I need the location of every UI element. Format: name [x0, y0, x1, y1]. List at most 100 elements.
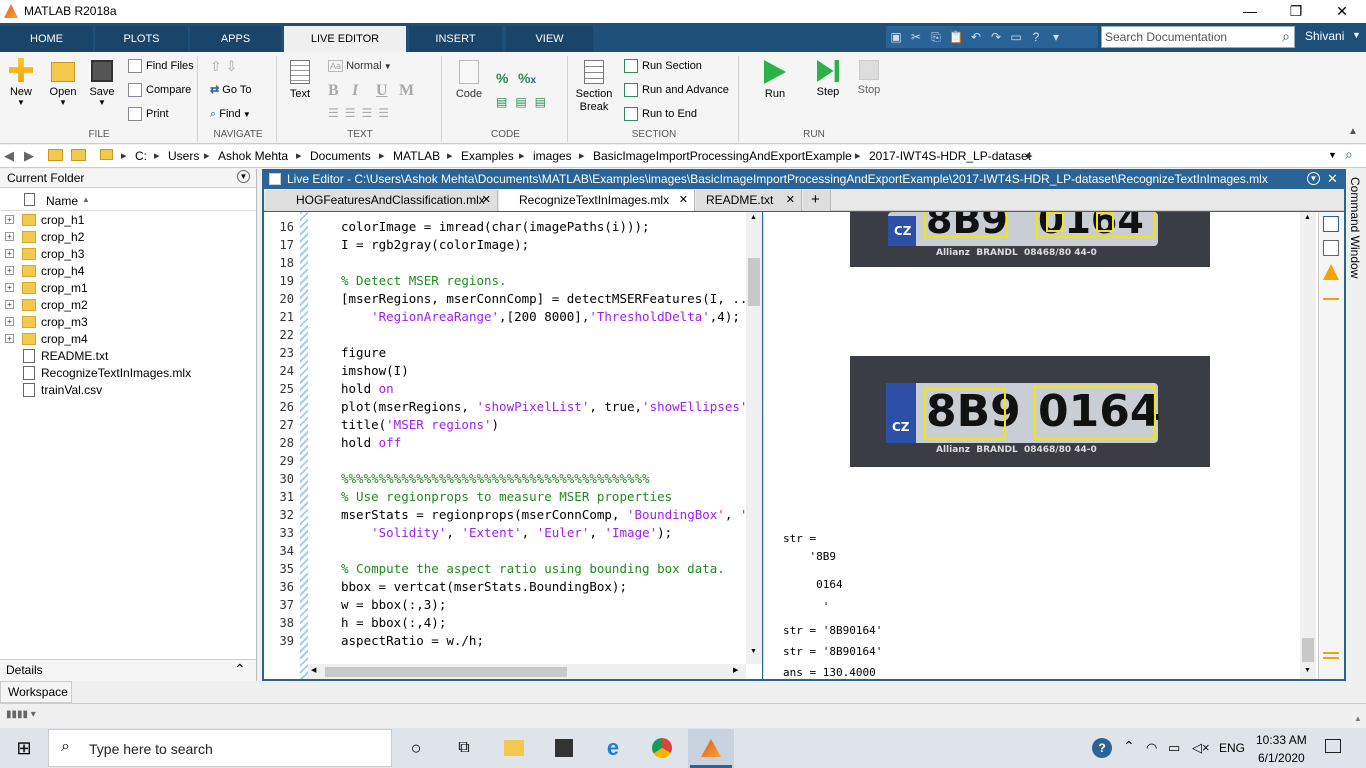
- scroll-up-icon[interactable]: ▲: [1304, 214, 1311, 221]
- find-files-button[interactable]: Find Files: [128, 57, 194, 75]
- code-line[interactable]: [341, 453, 745, 471]
- step-button[interactable]: Step: [811, 60, 845, 98]
- comment-percent-icon[interactable]: %: [496, 70, 508, 86]
- save-icon[interactable]: ▣: [886, 26, 906, 48]
- file-item[interactable]: RecognizeTextInImages.mlx: [0, 365, 256, 382]
- search-folder-icon[interactable]: ⌕: [1345, 146, 1353, 163]
- print-button[interactable]: Print: [128, 105, 169, 123]
- tab-home[interactable]: HOME: [0, 26, 93, 52]
- close-tab-icon[interactable]: ✕: [786, 190, 795, 210]
- breadcrumb-users[interactable]: Users: [168, 149, 199, 163]
- expand-icon[interactable]: +: [5, 249, 14, 258]
- code-line[interactable]: I = rgb2gray(colorImage);: [341, 237, 745, 255]
- expand-icon[interactable]: +: [5, 215, 14, 224]
- wifi-icon[interactable]: ◠: [1146, 740, 1157, 756]
- code-line[interactable]: hold on: [341, 381, 745, 399]
- code-line[interactable]: hold off: [341, 435, 745, 453]
- code-line[interactable]: % Compute the aspect ratio using boundin…: [341, 561, 745, 579]
- code-line[interactable]: 'RegionAreaRange',[200 8000],'ThresholdD…: [341, 309, 745, 327]
- copy-icon[interactable]: ⎘: [926, 26, 946, 48]
- italic-button[interactable]: I: [352, 82, 358, 100]
- cut-icon[interactable]: ✂: [906, 26, 926, 48]
- indent-icons[interactable]: ▤▤▤: [496, 95, 554, 109]
- breadcrumb-c[interactable]: C:: [135, 149, 147, 163]
- go-back-arrows-icon[interactable]: ⇧ ⇩: [210, 58, 237, 75]
- editor-tab-hog[interactable]: HOGFeaturesAndClassification.mlx ✕: [266, 190, 498, 211]
- battery-icon[interactable]: ▭: [1168, 740, 1180, 756]
- folder-item[interactable]: + crop_m1: [0, 280, 256, 297]
- search-icon[interactable]: ⌕: [1282, 28, 1290, 45]
- workspace-tab[interactable]: Workspace: [0, 681, 72, 703]
- file-item[interactable]: README.txt: [0, 348, 256, 365]
- folder-item[interactable]: + crop_h4: [0, 263, 256, 280]
- edge-icon[interactable]: e: [601, 736, 625, 760]
- editor-tab-readme[interactable]: README.txt ✕: [696, 190, 802, 211]
- scroll-down-icon[interactable]: ▼: [750, 648, 757, 655]
- new-button[interactable]: New ▼: [4, 58, 38, 107]
- notification-icon[interactable]: [1325, 739, 1341, 753]
- output-right-icon[interactable]: [1323, 240, 1339, 256]
- code-scroll-thumb[interactable]: [748, 258, 760, 306]
- expand-icon[interactable]: +: [5, 283, 14, 292]
- chrome-icon[interactable]: [650, 736, 674, 760]
- breadcrumb-examples[interactable]: Examples: [461, 149, 514, 163]
- code-line[interactable]: aspectRatio = w./h;: [341, 633, 745, 651]
- code-line[interactable]: mserStats = regionprops(mserConnComp, 'B…: [341, 507, 745, 525]
- uncomment-percent-icon[interactable]: %x: [518, 70, 536, 86]
- expand-icon[interactable]: +: [5, 317, 14, 326]
- scroll-left-icon[interactable]: ◀: [311, 666, 316, 674]
- add-tab-button[interactable]: +: [803, 190, 831, 211]
- user-name[interactable]: Shivani: [1305, 29, 1344, 43]
- find-button[interactable]: ⌕ Find ▼: [210, 105, 251, 123]
- chevron-down-icon[interactable]: ▼: [1352, 30, 1361, 40]
- help-icon[interactable]: ?: [1026, 26, 1046, 48]
- underline-button[interactable]: U: [376, 82, 388, 100]
- up-folder-icon[interactable]: [48, 149, 63, 161]
- details-panel[interactable]: Details ⌃: [0, 659, 256, 681]
- tray-chevron-icon[interactable]: ⌃: [1123, 738, 1135, 755]
- folder-item[interactable]: + crop_h3: [0, 246, 256, 263]
- style-dropdown[interactable]: Aa Normal ▼: [328, 57, 392, 75]
- expand-icon[interactable]: +: [5, 232, 14, 241]
- stop-button[interactable]: Stop: [852, 60, 886, 96]
- windows-start-icon[interactable]: ⊞: [12, 736, 36, 760]
- scroll-down-icon[interactable]: ▼: [1304, 667, 1311, 674]
- breadcrumb-matlab[interactable]: MATLAB: [393, 149, 440, 163]
- expand-icon[interactable]: +: [5, 266, 14, 275]
- output-scrollbar[interactable]: ▲ ▼: [1300, 212, 1316, 679]
- help-tray-icon[interactable]: ?: [1092, 738, 1112, 758]
- breadcrumb-example-folder[interactable]: BasicImageImportProcessingAndExportExamp…: [593, 149, 852, 163]
- code-line[interactable]: w = bbox(:,3);: [341, 597, 745, 615]
- code-line[interactable]: colorImage = imread(char(imagePaths(i)))…: [341, 219, 745, 237]
- resize-grip-icon[interactable]: ▲: [1354, 714, 1362, 723]
- code-line[interactable]: h = bbox(:,4);: [341, 615, 745, 633]
- code-hscroll-thumb[interactable]: [325, 667, 567, 677]
- run-button[interactable]: Run: [758, 60, 792, 100]
- run-and-advance-button[interactable]: Run and Advance: [624, 81, 729, 99]
- code-line[interactable]: [mserRegions, mserConnComp] = detectMSER…: [341, 291, 745, 309]
- browse-folder-icon[interactable]: [71, 149, 86, 161]
- code-line[interactable]: % Detect MSER regions.: [341, 273, 745, 291]
- editor-tab-recognize[interactable]: RecognizeTextInImages.mlx ✕: [499, 190, 695, 211]
- chevron-up-icon[interactable]: ⌃: [234, 661, 246, 678]
- monospace-button[interactable]: M: [399, 82, 414, 100]
- code-line[interactable]: title('MSER regions'): [341, 417, 745, 435]
- compare-button[interactable]: Compare: [128, 81, 191, 99]
- forward-icon[interactable]: ▶: [24, 148, 34, 164]
- code-line[interactable]: [341, 543, 745, 561]
- redo-icon[interactable]: ↷: [986, 26, 1006, 48]
- folder-item[interactable]: + crop_m2: [0, 297, 256, 314]
- volume-icon[interactable]: ◁×: [1192, 740, 1210, 756]
- code-button[interactable]: Code: [452, 60, 486, 100]
- tab-insert[interactable]: INSERT: [409, 26, 502, 52]
- code-line[interactable]: 'Solidity', 'Extent', 'Euler', 'Image');: [341, 525, 745, 543]
- taskbar-search-input[interactable]: ⌕ Type here to search: [48, 729, 392, 767]
- task-view-icon[interactable]: ⧉: [452, 736, 476, 760]
- status-bars-icon[interactable]: ▮▮▮▮ ▾: [6, 709, 36, 720]
- run-section-button[interactable]: Run Section: [624, 57, 702, 75]
- folder-item[interactable]: + crop_h2: [0, 229, 256, 246]
- collapse-ribbon-icon[interactable]: ▲: [1348, 126, 1358, 137]
- command-window-side-tab[interactable]: Command Window: [1346, 169, 1366, 681]
- language-indicator[interactable]: ENG: [1219, 741, 1245, 755]
- dropdown-icon[interactable]: ▾: [1046, 26, 1066, 48]
